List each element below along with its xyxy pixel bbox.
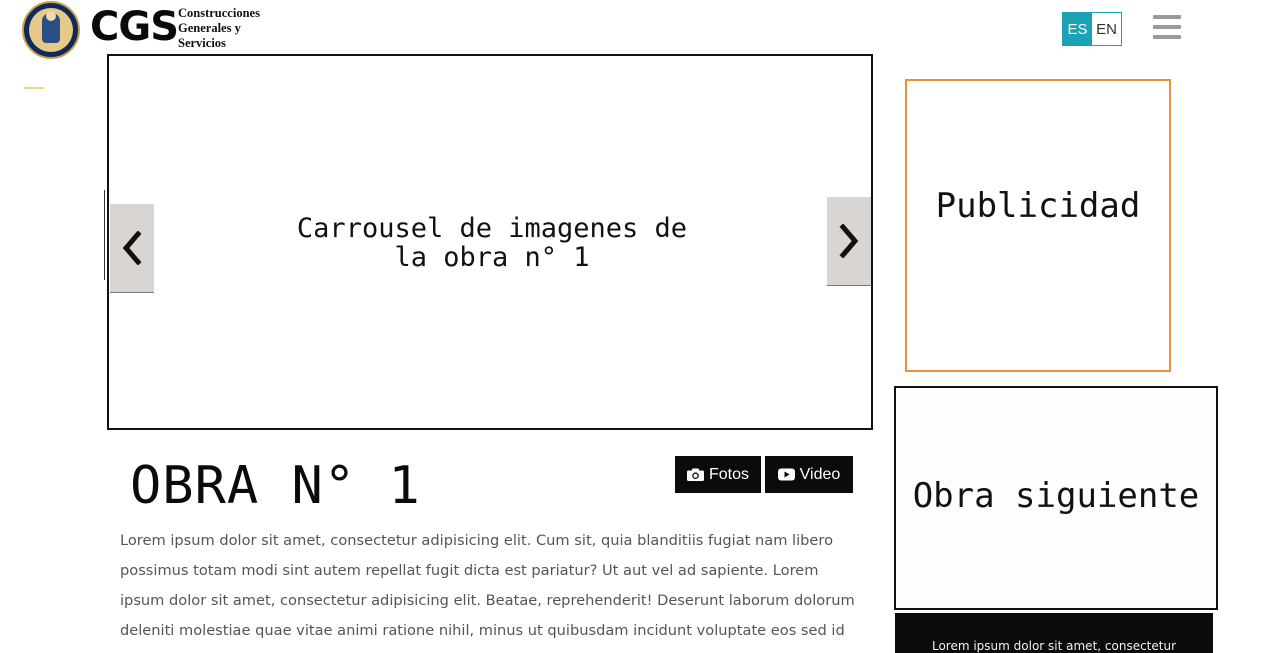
language-en-button[interactable]: EN (1092, 13, 1121, 45)
carousel-next-button[interactable] (827, 197, 871, 286)
video-label: Video (799, 465, 841, 483)
obra-description: Lorem ipsum dolor sit amet, consectetur … (120, 532, 855, 639)
advertising-label: Publicidad (935, 185, 1141, 226)
logo-subtitle: Construcciones Generales y Servicios (178, 6, 288, 51)
image-carousel[interactable]: Carrousel de imagenes de la obra n° 1 (107, 54, 873, 430)
carousel-caption-line: Carrousel de imagenes de (296, 213, 688, 244)
logo-subtitle-line: Servicios (178, 36, 226, 50)
sidebar-card[interactable]: Lorem ipsum dolor sit amet, consectetur (895, 613, 1213, 653)
language-switcher: ES EN (1062, 12, 1122, 46)
youtube-play-icon (777, 468, 795, 481)
logo-emblem-icon (22, 1, 80, 59)
page: CGS Construcciones Generales y Servicios… (0, 0, 1279, 653)
carousel-caption-line: la obra n° 1 (394, 242, 590, 273)
decorative-divider (24, 87, 44, 89)
sidebar-card-text: Lorem ipsum dolor sit amet, consectetur (931, 639, 1177, 653)
logo-subtitle-line: Generales y (178, 21, 241, 35)
camera-icon (686, 468, 704, 481)
decorative-divider (104, 190, 105, 280)
logo-wordmark: CGS (90, 4, 179, 50)
next-obra-link[interactable]: Obra siguiente (894, 386, 1218, 610)
language-es-button[interactable]: ES (1063, 13, 1092, 45)
logo-subtitle-line: Construcciones (178, 6, 260, 20)
chevron-left-icon (122, 231, 142, 265)
carousel-caption: Carrousel de imagenes de la obra n° 1 (259, 214, 725, 272)
next-obra-label: Obra siguiente (912, 476, 1200, 516)
carousel-prev-button[interactable] (110, 204, 154, 293)
hamburger-menu-icon[interactable] (1153, 15, 1181, 41)
fotos-button[interactable]: Fotos (675, 456, 761, 493)
site-logo[interactable]: CGS Construcciones Generales y Servicios (22, 1, 282, 61)
video-button[interactable]: Video (765, 456, 853, 493)
chevron-right-icon (839, 224, 859, 258)
fotos-label: Fotos (708, 465, 749, 483)
page-title: OBRA N° 1 (130, 456, 421, 516)
advertising-banner[interactable]: Publicidad (905, 79, 1171, 372)
